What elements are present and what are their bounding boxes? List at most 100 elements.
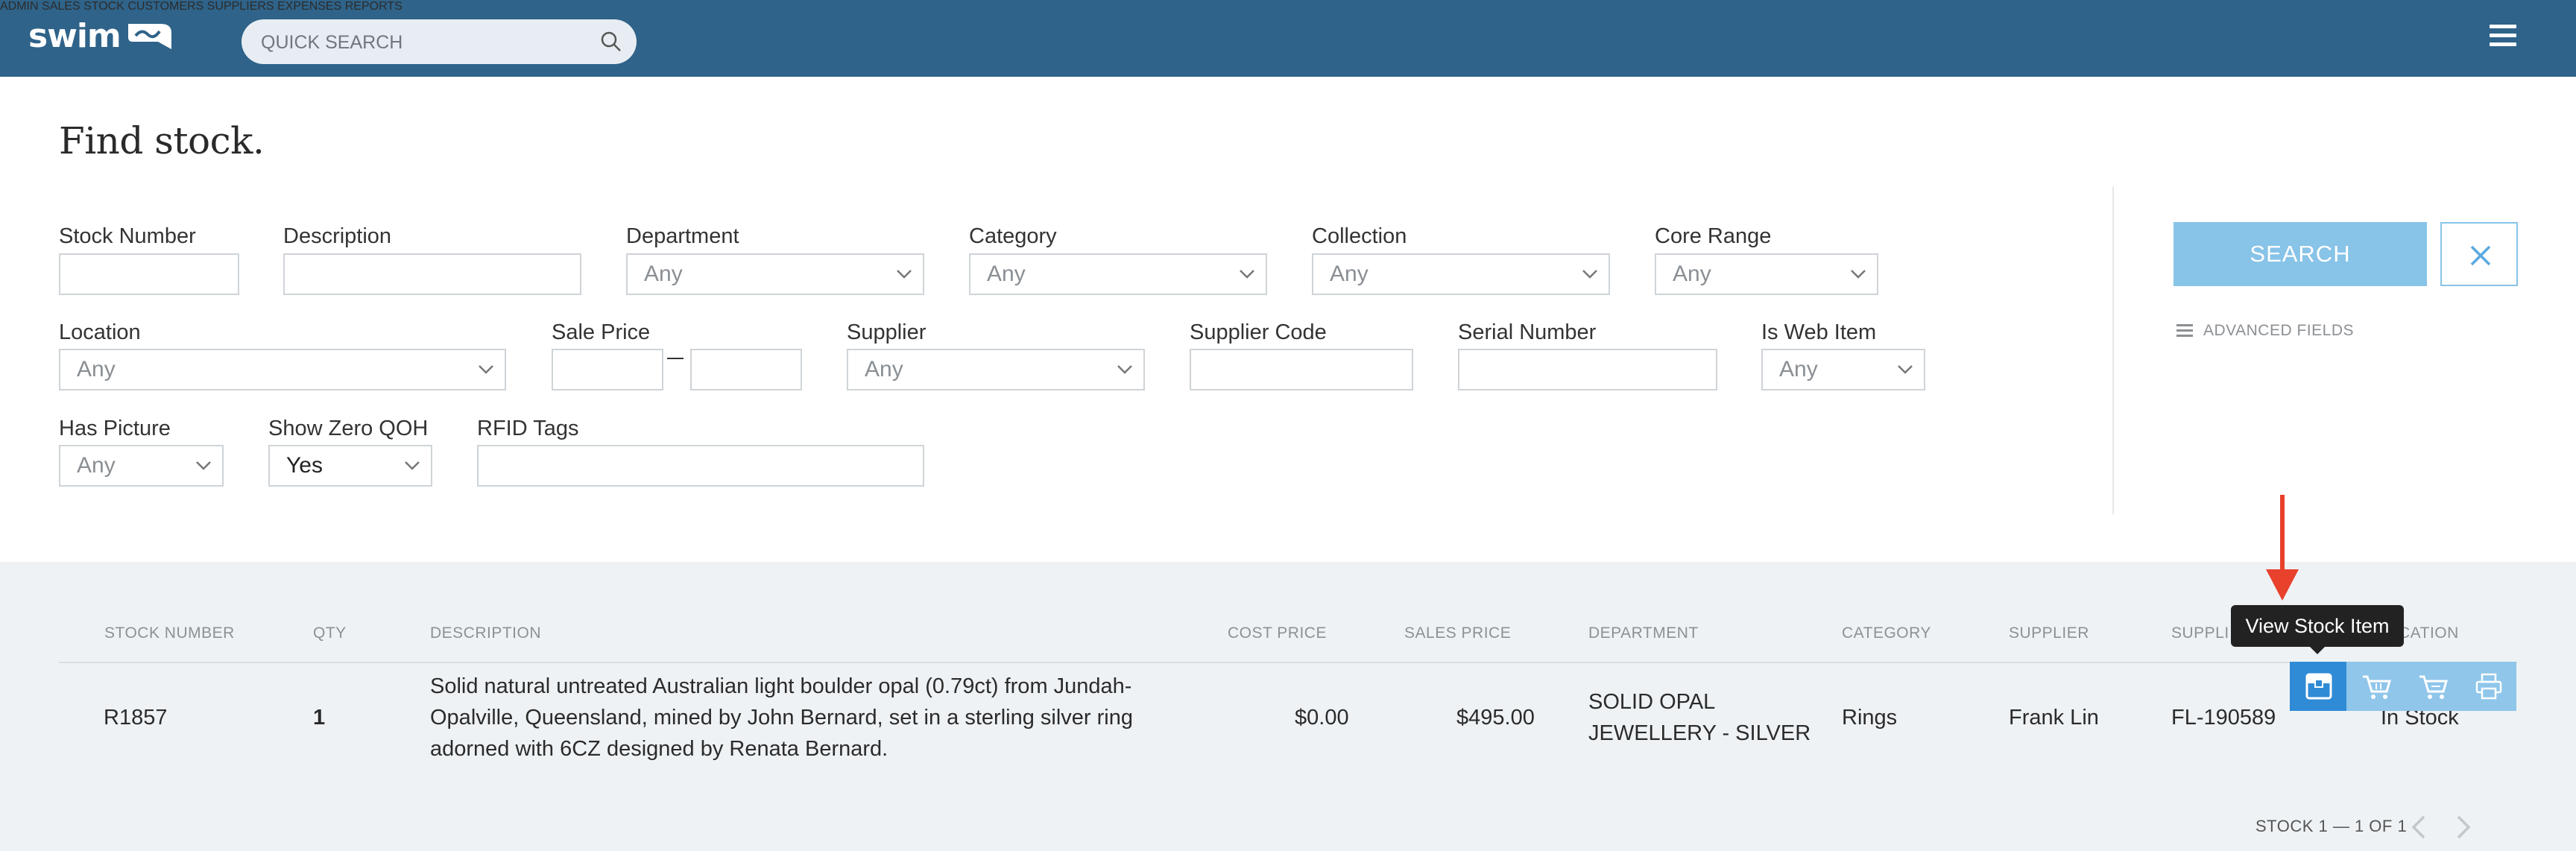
category-value: Any (987, 262, 1026, 286)
column-header-cost-price[interactable]: COST PRICE (1228, 624, 1327, 642)
description-line-2: Opalville, Queensland, mined by John Ber… (430, 706, 1133, 730)
show-zero-qoh-label: Show Zero QOH (268, 417, 429, 440)
has-picture-value: Any (77, 453, 116, 478)
view-stock-item-icon (2305, 673, 2332, 700)
serial-number-label: Serial Number (1458, 320, 1597, 344)
stock-number-input[interactable] (59, 253, 239, 295)
nav-sales[interactable]: SALES (42, 0, 80, 13)
column-header-sales-price[interactable]: SALES PRICE (1404, 624, 1511, 642)
chevron-down-icon (897, 270, 912, 279)
stock-number-label: Stock Number (59, 224, 196, 248)
swim-logo[interactable]: swim (28, 13, 177, 58)
cart-add-button[interactable] (2403, 662, 2460, 711)
chevron-down-icon (1582, 270, 1597, 279)
cell-supplier-code: FL-190589 (2171, 706, 2276, 730)
core-range-label: Core Range (1655, 224, 1772, 248)
list-icon (2176, 324, 2193, 337)
supplier-code-input[interactable] (1190, 349, 1413, 390)
collection-label: Collection (1312, 224, 1407, 248)
department-select[interactable]: Any (626, 253, 924, 295)
cart-add-icon (2419, 675, 2448, 699)
sale-price-label: Sale Price (552, 320, 651, 344)
is-web-item-select[interactable]: Any (1761, 349, 1925, 390)
column-header-description[interactable]: DESCRIPTION (430, 624, 541, 642)
description-input[interactable] (283, 253, 581, 295)
chevron-down-icon (1117, 365, 1132, 374)
column-header-supplier-code[interactable]: SUPPLI (2171, 624, 2229, 642)
rfid-tags-input[interactable] (477, 445, 924, 487)
nav-stock[interactable]: STOCK (83, 0, 124, 13)
cell-qty: 1 (313, 706, 326, 730)
nav-expenses[interactable]: EXPENSES (277, 0, 341, 13)
nav-suppliers[interactable]: SUPPLIERS (207, 0, 274, 13)
sale-price-min-input[interactable] (552, 349, 663, 390)
add-to-cart-button[interactable] (2346, 662, 2403, 711)
chevron-down-icon (405, 461, 420, 470)
logo-text: swim (28, 16, 121, 55)
nav-admin[interactable]: ADMIN (0, 0, 39, 13)
collection-value: Any (1330, 262, 1368, 286)
collection-select[interactable]: Any (1312, 253, 1610, 295)
nav-customers[interactable]: CUSTOMERS (127, 0, 203, 13)
tooltip: View Stock Item (2231, 605, 2404, 647)
core-range-select[interactable]: Any (1655, 253, 1878, 295)
sale-price-max-input[interactable] (690, 349, 802, 390)
view-stock-item-button[interactable] (2290, 662, 2346, 711)
pagination-status: STOCK 1 — 1 OF 1 (2255, 817, 2408, 835)
has-picture-label: Has Picture (59, 417, 171, 440)
description-line-3: adorned with 6CZ designed by Renata Bern… (430, 737, 888, 761)
column-header-location[interactable]: CATION (2399, 624, 2459, 642)
chevron-down-icon (1240, 270, 1254, 279)
column-header-stock-number[interactable]: STOCK NUMBER (104, 624, 235, 642)
search-button[interactable]: SEARCH (2174, 222, 2427, 286)
is-web-item-label: Is Web Item (1761, 320, 1877, 344)
supplier-value: Any (865, 357, 903, 382)
cell-category: Rings (1842, 706, 1898, 730)
range-dash (667, 358, 684, 359)
quick-search-box (242, 19, 637, 66)
cell-description: Solid natural untreated Australian light… (430, 671, 1190, 765)
has-picture-select[interactable]: Any (59, 445, 224, 487)
supplier-code-label: Supplier Code (1190, 320, 1327, 344)
print-icon (2475, 673, 2502, 700)
chevron-down-icon (479, 365, 493, 374)
show-zero-qoh-value: Yes (286, 453, 323, 478)
search-icon[interactable] (599, 30, 623, 54)
department-line-2: JEWELLERY - SILVER (1588, 721, 1811, 745)
row-actions (2290, 662, 2516, 711)
hamburger-menu-icon[interactable] (2490, 25, 2516, 47)
cell-stock-number: R1857 (104, 706, 168, 730)
nav-reports[interactable]: REPORTS (345, 0, 402, 13)
serial-number-input[interactable] (1458, 349, 1717, 390)
cell-sales-price: $495.00 (1456, 706, 1535, 730)
department-line-1: SOLID OPAL (1588, 690, 1716, 714)
category-select[interactable]: Any (969, 253, 1267, 295)
show-zero-qoh-select[interactable]: Yes (268, 445, 432, 487)
advanced-fields-toggle[interactable]: ADVANCED FIELDS (2176, 322, 2354, 340)
column-header-department[interactable]: DEPARTMENT (1588, 624, 1699, 642)
chevron-down-icon (1898, 365, 1913, 374)
location-select[interactable]: Any (59, 349, 506, 390)
supplier-select[interactable]: Any (847, 349, 1145, 390)
logo-mark-icon (127, 24, 171, 49)
print-button[interactable] (2460, 662, 2516, 711)
cell-supplier: Frank Lin (2009, 706, 2099, 730)
top-navigation-bar: swim ADMIN SALES STOCK CUSTOMERS SUPPLIE… (0, 0, 2576, 77)
quick-search-input[interactable] (259, 19, 590, 66)
vertical-divider (2112, 186, 2114, 514)
description-line-1: Solid natural untreated Australian light… (430, 674, 1132, 698)
column-header-category[interactable]: CATEGORY (1842, 624, 1931, 642)
location-label: Location (59, 320, 141, 344)
rfid-tags-label: RFID Tags (477, 417, 579, 440)
table-divider (59, 662, 2517, 663)
clear-button[interactable] (2440, 222, 2518, 286)
column-header-qty[interactable]: QTY (313, 624, 347, 642)
tooltip-pointer (2308, 645, 2326, 654)
next-page-icon[interactable] (2452, 812, 2475, 842)
category-label: Category (969, 224, 1057, 248)
column-header-supplier[interactable]: SUPPLIER (2009, 624, 2089, 642)
core-range-value: Any (1673, 262, 1711, 286)
page-title: Find stock. (59, 119, 265, 162)
is-web-item-value: Any (1779, 357, 1818, 382)
previous-page-icon[interactable] (2408, 812, 2430, 842)
